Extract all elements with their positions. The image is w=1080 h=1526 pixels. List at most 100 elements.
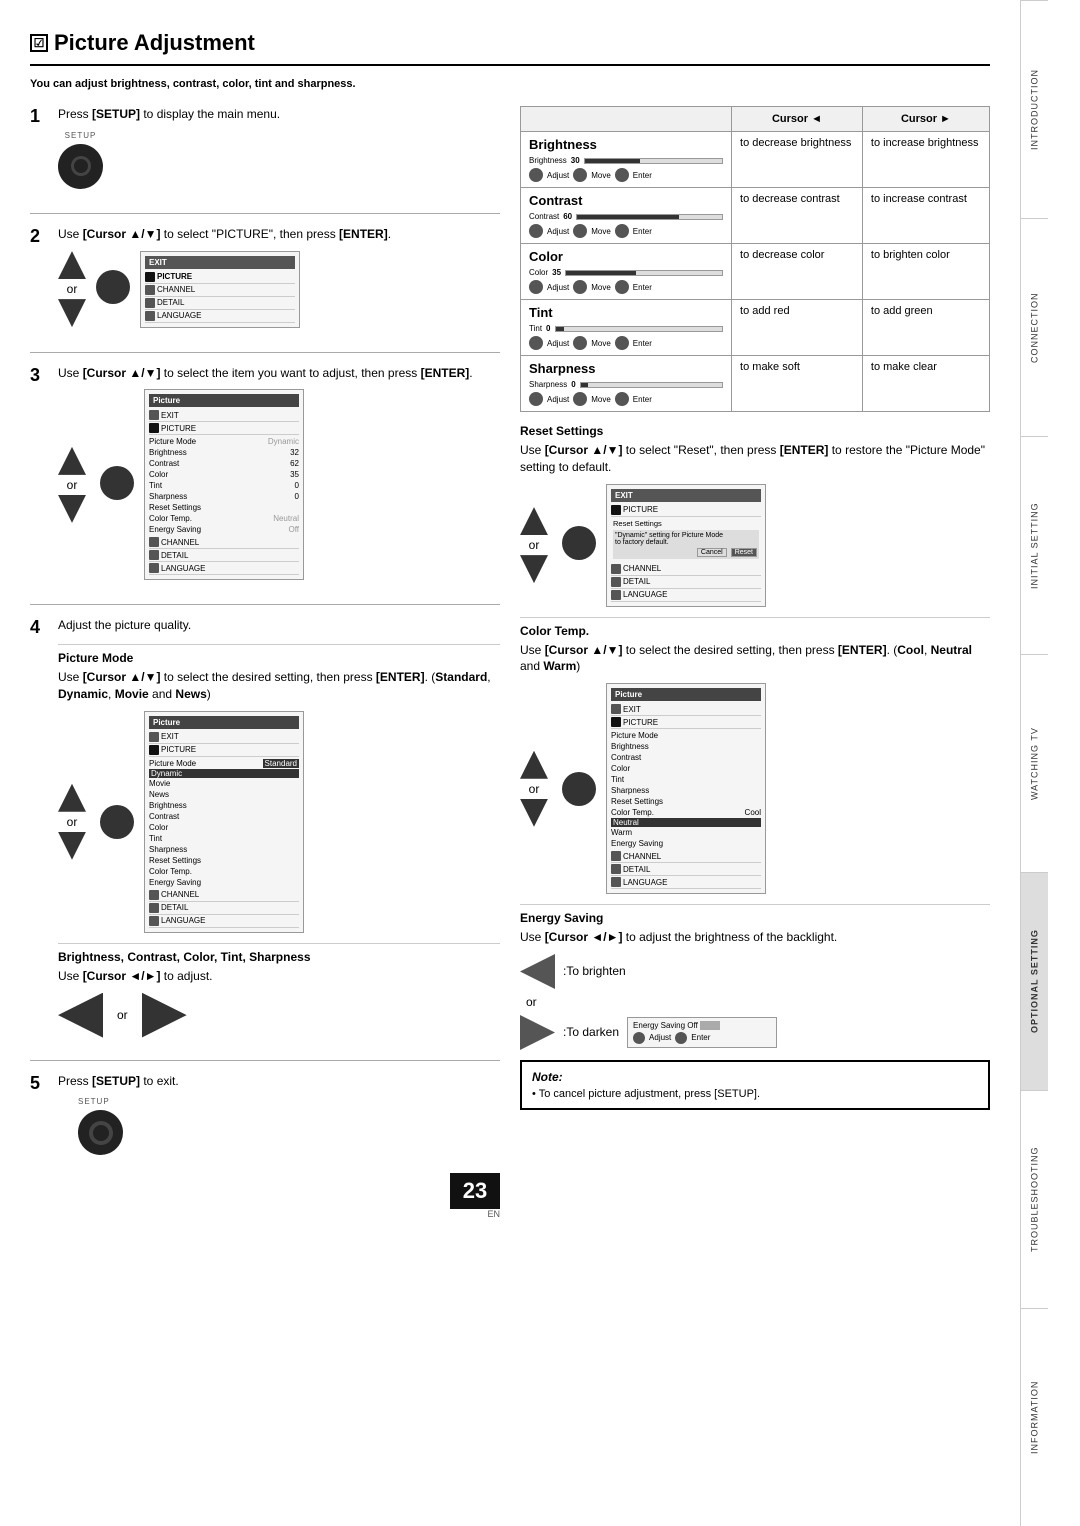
page-number: 23 (450, 1173, 500, 1209)
enter-btn-reset (562, 526, 596, 560)
sharpness-right-action: to make clear (862, 356, 989, 412)
sharpness-row: Sharpness Sharpness 0 Adjust Move Enter (521, 356, 990, 412)
brightness-illustration: or (58, 993, 500, 1038)
step-1-content: Press [SETUP] to display the main menu. … (58, 106, 500, 195)
page-number-sub: EN (450, 1209, 500, 1219)
contrast-name: Contrast (529, 193, 723, 208)
picture-mode-text: Use [Cursor ▲/▼] to select the desired s… (58, 669, 500, 703)
setup-label-5: SETUP (78, 1097, 110, 1106)
step-2-number: 2 (30, 226, 50, 247)
to-brighten: :To brighten (563, 964, 626, 978)
energy-arrow-left (520, 954, 555, 989)
reset-text: Use [Cursor ▲/▼] to select "Reset", then… (520, 442, 990, 476)
brightness-section: Brightness, Contrast, Color, Tint, Sharp… (58, 943, 500, 1038)
brightness-controls: Adjust Move Enter (529, 168, 723, 182)
step-2-content: Use [Cursor ▲/▼] to select "PICTURE", th… (58, 226, 500, 334)
tint-right-action: to add green (862, 300, 989, 356)
menu-screenshot-2: EXIT PICTURE CHANNEL DETAIL LANGUAGE (140, 251, 300, 328)
sidebar-connection: CONNECTION (1021, 218, 1048, 436)
or-bc: or (117, 1008, 128, 1022)
bottom-bar: 23 EN (30, 1173, 500, 1219)
step-1-text: Press [SETUP] to display the main menu. (58, 106, 500, 123)
energy-saving-section: Energy Saving Use [Cursor ◄/►] to adjust… (520, 904, 990, 1050)
step-4: 4 Adjust the picture quality. Picture Mo… (30, 617, 500, 1041)
up-arrow-ct (520, 751, 548, 779)
brightness-row: Brightness Brightness 30 Adjust Move Ent… (521, 132, 990, 188)
color-row: Color Color 35 Adjust Move Enter (521, 244, 990, 300)
contrast-controls: Adjust Move Enter (529, 224, 723, 238)
setup-label-1: SETUP (65, 131, 97, 140)
step-3-text: Use [Cursor ▲/▼] to select the item you … (58, 365, 500, 382)
sidebar-initial-setting: INITIAL SETTING (1021, 436, 1048, 654)
sharpness-left-action: to make soft (732, 356, 863, 412)
picture-mode-illustration: or Picture EXIT PICTURE (58, 711, 500, 933)
menu-screenshot-reset: EXIT PICTURE Reset Settings "Dynamic" se… (606, 484, 766, 607)
note-text: • To cancel picture adjustment, press [S… (532, 1088, 978, 1100)
brightness-title: Brightness, Contrast, Color, Tint, Sharp… (58, 950, 500, 964)
left-column: 1 Press [SETUP] to display the main menu… (30, 106, 500, 1219)
color-right-action: to brighten color (862, 244, 989, 300)
tint-slider: Tint 0 (529, 324, 723, 333)
energy-row-brighten: :To brighten (520, 954, 990, 989)
menu-screenshot-3: Picture EXIT PICTURE Picture Mode Dynami… (144, 389, 304, 580)
tint-left-action: to add red (732, 300, 863, 356)
menu-screenshot-ct: Picture EXIT PICTURE Picture Mode Bright… (606, 683, 766, 894)
sidebar: INTRODUCTION CONNECTION INITIAL SETTING … (1020, 0, 1048, 1526)
sharpness-name: Sharpness (529, 361, 723, 376)
contrast-slider: Contrast 60 (529, 212, 723, 221)
energy-saving-title: Energy Saving (520, 911, 990, 925)
or-energy: or (526, 995, 984, 1009)
energy-saving-text: Use [Cursor ◄/►] to adjust the brightnes… (520, 929, 990, 946)
sharpness-slider: Sharpness 0 (529, 380, 723, 389)
down-arrow (58, 299, 86, 327)
step-3-content: Use [Cursor ▲/▼] to select the item you … (58, 365, 500, 587)
step-1-illustration: SETUP (58, 131, 500, 189)
brightness-right-action: to increase brightness (862, 132, 989, 188)
down-arrow-pm (58, 832, 86, 860)
step-3-illustration: or Picture EXIT PICTURE Picture (58, 389, 500, 580)
checkbox-icon: ☑ (30, 34, 48, 52)
enter-button-2 (96, 270, 130, 304)
adjustment-table: Cursor ◄ Cursor ► Brightness Brightness … (520, 106, 990, 412)
energy-row-darken: :To darken Energy Saving Off Adjust Ente… (520, 1015, 990, 1050)
sidebar-optional-setting: OPTIONAL SETTING (1021, 872, 1048, 1090)
reset-title: Reset Settings (520, 424, 990, 438)
note-title: Note: (532, 1070, 978, 1084)
step-5-number: 5 (30, 1073, 50, 1094)
color-temp-title: Color Temp. (520, 624, 990, 638)
energy-illustration: :To brighten or :To darken Energy Saving… (520, 954, 990, 1050)
down-arrow-ct (520, 799, 548, 827)
page-title: ☑ Picture Adjustment (30, 30, 990, 66)
step-5-content: Press [SETUP] to exit. SETUP (58, 1073, 500, 1156)
brightness-name: Brightness (529, 137, 723, 152)
step-3-number: 3 (30, 365, 50, 386)
sidebar-watching-tv: WATCHING TV (1021, 654, 1048, 872)
down-arrow-3 (58, 495, 86, 523)
reset-illustration: or EXIT PICTURE Reset Settings "Dynamic"… (520, 484, 990, 607)
enter-btn-ct (562, 772, 596, 806)
or-ct: or (529, 782, 540, 796)
step-5-text: Press [SETUP] to exit. (58, 1073, 500, 1090)
sidebar-troubleshooting: TROUBLESHOOTING (1021, 1090, 1048, 1308)
up-arrow (58, 251, 86, 279)
enter-btn-pm (100, 805, 134, 839)
picture-mode-title: Picture Mode (58, 651, 500, 665)
color-name: Color (529, 249, 723, 264)
down-arrow-reset (520, 555, 548, 583)
to-darken: :To darken (563, 1025, 619, 1039)
color-slider: Color 35 (529, 268, 723, 277)
sharpness-controls: Adjust Move Enter (529, 392, 723, 406)
brightness-left-action: to decrease brightness (732, 132, 863, 188)
left-arrow-bc (58, 993, 103, 1038)
step-5: 5 Press [SETUP] to exit. SETUP (30, 1073, 500, 1156)
note-box: Note: • To cancel picture adjustment, pr… (520, 1060, 990, 1110)
color-temp-section: Color Temp. Use [Cursor ▲/▼] to select t… (520, 617, 990, 895)
subtitle: You can adjust brightness, contrast, col… (30, 78, 990, 90)
or-text-3: or (67, 478, 78, 492)
up-arrow-3 (58, 447, 86, 475)
sidebar-introduction: INTRODUCTION (1021, 0, 1048, 218)
menu-screenshot-pm: Picture EXIT PICTURE Picture Mode Standa… (144, 711, 304, 933)
tint-row: Tint Tint 0 Adjust Move Enter (521, 300, 990, 356)
or-reset: or (529, 538, 540, 552)
contrast-right-action: to increase contrast (862, 188, 989, 244)
